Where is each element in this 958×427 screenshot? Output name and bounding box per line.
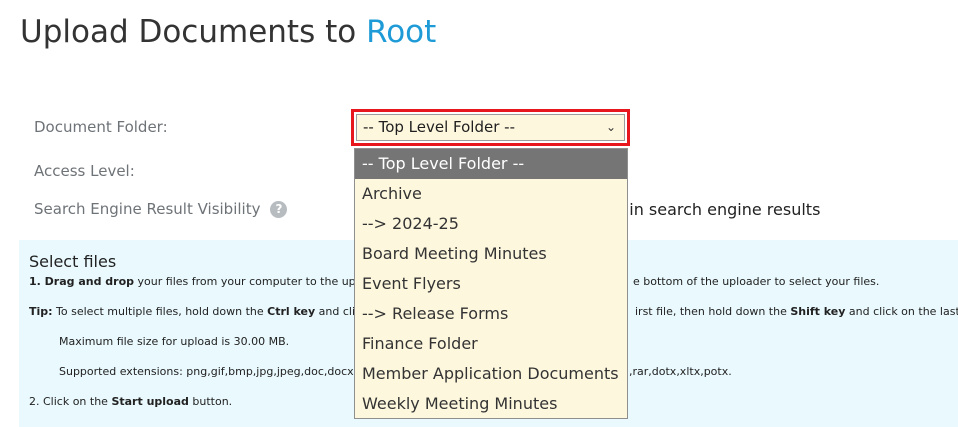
chevron-down-icon: ⌄	[605, 120, 616, 134]
seo-visibility-value: g in search engine results	[614, 200, 821, 219]
tip-tail: irst file, then hold down the Shift key …	[635, 305, 958, 318]
uploader-title: Select files	[29, 252, 117, 271]
max-file-size: Maximum file size for upload is 30.00 MB…	[59, 335, 290, 348]
page-title-folder: Root	[366, 14, 437, 50]
tip-ctrl-key: Ctrl key	[267, 305, 316, 318]
step-2-text: 2. Click on the	[29, 395, 112, 408]
step-1-tail: e bottom of the uploader to select your …	[633, 275, 880, 288]
uploader-step-1: 1. Drag and drop your files from your co…	[29, 275, 879, 288]
access-level-label: Access Level:	[34, 162, 135, 180]
tip-tail-text: irst file, then hold down the	[635, 305, 791, 318]
step-1-text: your files from your computer to the upl…	[134, 275, 380, 288]
folder-option-archive[interactable]: Archive	[355, 179, 627, 209]
folder-option-weekly-meeting-minutes[interactable]: Weekly Meeting Minutes	[355, 389, 627, 419]
document-folder-options: -- Top Level Folder -- Archive --> 2024-…	[354, 148, 628, 419]
folder-option-member-application-documents[interactable]: Member Application Documents	[355, 359, 627, 389]
tip-shift-key: Shift key	[790, 305, 846, 318]
folder-option-event-flyers[interactable]: Event Flyers	[355, 269, 627, 299]
extensions-tail: ,rar,dotx,xltx,potx.	[629, 365, 732, 378]
document-folder-select[interactable]: -- Top Level Folder -- ⌄	[356, 114, 625, 141]
folder-option-board-meeting-minutes[interactable]: Board Meeting Minutes	[355, 239, 627, 269]
folder-option-release-forms[interactable]: --> Release Forms	[355, 299, 627, 329]
extensions-head: Supported extensions: png,gif,bmp,jpg,jp…	[59, 365, 367, 378]
uploader-tip: Tip: To select multiple files, hold down…	[29, 305, 958, 318]
tip-label: Tip:	[29, 305, 53, 318]
page-title-prefix: Upload Documents to	[20, 14, 367, 50]
step-2-tail: button.	[188, 395, 233, 408]
uploader-step-2: 2. Click on the Start upload button.	[29, 395, 232, 408]
start-upload-text: Start upload	[111, 395, 189, 408]
tip-tail-text-2: and click on the last file.	[848, 305, 958, 318]
document-folder-select-value: -- Top Level Folder --	[363, 118, 515, 136]
step-1-bold: Drag and drop	[44, 275, 135, 288]
folder-option-2024-25[interactable]: --> 2024-25	[355, 209, 627, 239]
folder-option-finance-folder[interactable]: Finance Folder	[355, 329, 627, 359]
document-folder-label: Document Folder:	[34, 118, 168, 136]
seo-visibility-label-text: Search Engine Result Visibility	[34, 200, 261, 218]
folder-option-top-level[interactable]: -- Top Level Folder --	[355, 149, 627, 179]
step-1-number: 1.	[29, 275, 45, 288]
page-title: Upload Documents to Root	[20, 14, 436, 50]
tip-text: To select multiple files, hold down the	[52, 305, 268, 318]
help-icon[interactable]: ?	[270, 201, 288, 218]
seo-visibility-label: Search Engine Result Visibility?	[34, 200, 288, 218]
document-folder-select-highlight: -- Top Level Folder -- ⌄	[351, 109, 630, 146]
supported-extensions: Supported extensions: png,gif,bmp,jpg,jp…	[59, 365, 732, 378]
